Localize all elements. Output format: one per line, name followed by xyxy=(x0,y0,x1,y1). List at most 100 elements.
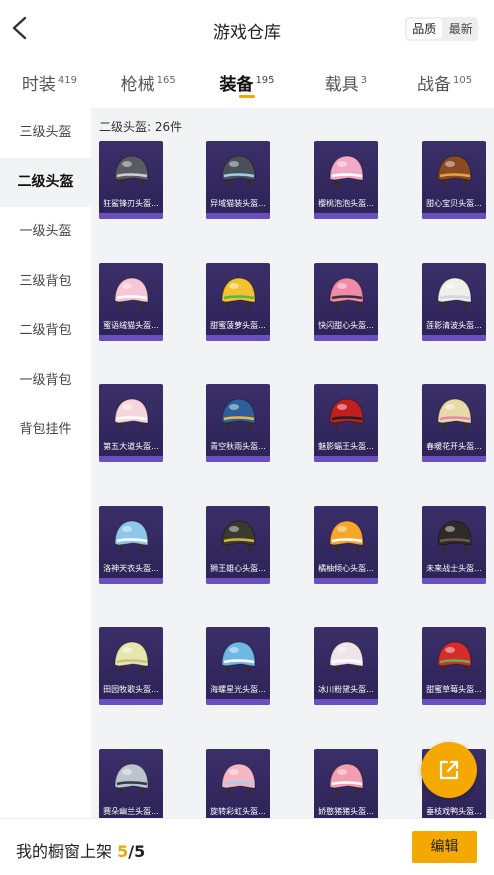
helmet-name: 未来战士头盔... xyxy=(426,563,482,573)
helmet-card[interactable]: 异域猫装头盔... xyxy=(206,141,270,219)
helmet-card[interactable]: 冰川粉黛头盔... xyxy=(314,627,378,705)
helmet-name: 甜蜜菠萝头盔... xyxy=(210,320,266,330)
sidebar-item[interactable]: 一级头盔 xyxy=(0,207,91,257)
tab-label: 载具 xyxy=(324,75,359,95)
helmet-icon xyxy=(114,398,149,431)
quality-bar xyxy=(206,213,270,219)
tab-label: 战备 xyxy=(417,75,452,95)
helmet-icon xyxy=(221,398,256,431)
helmet-name: 海螺星光头盔... xyxy=(210,685,266,694)
helmet-name: 青空秋雨头盔... xyxy=(210,442,266,451)
helmet-icon xyxy=(437,155,472,188)
tab-3[interactable]: 载具 3 xyxy=(296,62,395,108)
helmet-icon xyxy=(329,762,364,795)
quality-bar xyxy=(99,456,163,462)
helmet-card[interactable]: 橘柚倾心头盔... xyxy=(314,505,378,584)
helmet-card[interactable]: 快闪甜心头盔... xyxy=(314,262,378,341)
helmet-name: 快闪甜心头盔... xyxy=(318,320,374,330)
quality-bar xyxy=(99,334,163,341)
helmet-icon xyxy=(114,276,149,309)
share-external-icon xyxy=(439,760,459,780)
quality-bar xyxy=(99,699,163,705)
helmet-card[interactable]: 春暖花开头盔... xyxy=(422,384,486,462)
helmet-name: 娇憨猪猪头盔... xyxy=(318,806,374,816)
sidebar-item[interactable]: 二级背包 xyxy=(0,306,91,356)
helmet-icon xyxy=(437,641,472,674)
helmet-icon xyxy=(114,155,149,188)
helmet-name: 洛神天衣头盔... xyxy=(103,563,159,573)
helmet-card[interactable]: 樱桃泡泡头盔... xyxy=(314,141,378,219)
quality-bar xyxy=(422,699,486,705)
helmet-name: 蜜语绒猫头盔... xyxy=(103,320,159,330)
quality-bar xyxy=(314,213,378,219)
edit-button[interactable]: 编辑 xyxy=(412,831,477,863)
showcase-label-text: 我的橱窗上架 xyxy=(16,842,113,861)
sort-quality-option[interactable]: 品质 xyxy=(407,19,442,39)
helmet-name: 旋转彩虹头盔... xyxy=(210,806,266,816)
helmet-icon xyxy=(437,276,472,309)
tab-count: 105 xyxy=(453,75,473,87)
helmet-name: 狂鲨锋刃头盔... xyxy=(103,199,159,208)
helmet-icon xyxy=(329,276,364,309)
warehouse-page: 游戏仓库 品质 最新 时装 419 枪械 165 装备 195 载具 3 战备 105 三级头盔二… xyxy=(0,0,494,875)
helmet-card[interactable]: 旋转彩虹头盔... xyxy=(206,748,270,818)
helmet-name: 莲影清波头盔... xyxy=(426,320,482,330)
showcase-bar: 我的橱窗上架 5/5 编辑 xyxy=(0,818,494,875)
helmet-card[interactable]: 狮王雄心头盔... xyxy=(206,505,270,584)
helmet-icon xyxy=(437,398,472,431)
helmet-icon xyxy=(114,762,149,795)
sidebar-item[interactable]: 三级头盔 xyxy=(0,108,91,158)
category-tabs: 时装 419 枪械 165 装备 195 载具 3 战备 105 xyxy=(0,62,494,108)
helmet-name: 甜蜜草莓头盔... xyxy=(426,685,482,694)
quality-bar xyxy=(206,699,270,705)
helmet-name: 甜心宝贝头盔... xyxy=(426,199,482,208)
helmet-card[interactable]: 甜蜜菠萝头盔... xyxy=(206,262,270,341)
quality-bar xyxy=(422,334,486,341)
tab-count: 3 xyxy=(360,75,367,87)
sidebar-item[interactable]: 三级背包 xyxy=(0,257,91,307)
helmet-icon xyxy=(114,519,149,552)
helmet-icon xyxy=(329,641,364,674)
tab-0[interactable]: 时装 419 xyxy=(0,62,99,108)
tab-label: 时装 xyxy=(21,75,56,95)
tab-2[interactable]: 装备 195 xyxy=(198,62,297,108)
helmet-name: 田园牧歌头盔... xyxy=(103,685,159,694)
tab-label: 装备 xyxy=(219,75,254,95)
share-button[interactable] xyxy=(421,742,477,798)
sidebar-item[interactable]: 二级头盔 xyxy=(0,157,91,207)
helmet-card[interactable]: 赛朵幽兰头盔... xyxy=(99,748,163,818)
helmet-card[interactable]: 娇憨猪猪头盔... xyxy=(314,748,378,818)
quality-bar xyxy=(314,456,378,462)
helmet-card[interactable]: 青空秋雨头盔... xyxy=(206,384,270,462)
helmet-card[interactable]: 狂鲨锋刃头盔... xyxy=(99,141,163,219)
sidebar-item[interactable]: 一级背包 xyxy=(0,356,91,406)
sort-toggle: 品质 最新 xyxy=(405,17,478,41)
showcase-total-count: /5 xyxy=(128,842,146,861)
section-label: 二级头盔: 26件 xyxy=(99,120,183,134)
tab-1[interactable]: 枪械 165 xyxy=(99,62,198,108)
quality-bar xyxy=(99,213,163,219)
helmet-icon xyxy=(329,155,364,188)
helmet-card[interactable]: 未来战士头盔... xyxy=(422,505,486,584)
helmet-card[interactable]: 魅影蝠王头盔... xyxy=(314,384,378,462)
item-panel: 二级头盔: 26件 狂鲨锋刃头盔... 异域猫装头盔... 樱桃泡泡头盔... 甜心宝… xyxy=(91,108,494,818)
helmet-card[interactable]: 甜蜜草莓头盔... xyxy=(422,627,486,705)
helmet-card[interactable]: 第五大道头盔... xyxy=(99,384,163,462)
helmet-card[interactable]: 蜜语绒猫头盔... xyxy=(99,262,163,341)
helmet-card[interactable]: 海螺星光头盔... xyxy=(206,627,270,705)
tab-4[interactable]: 战备 105 xyxy=(395,62,494,108)
helmet-icon xyxy=(221,276,256,309)
tab-count: 419 xyxy=(57,75,77,87)
helmet-name: 魅影蝠王头盔... xyxy=(318,442,374,451)
helmet-card[interactable]: 甜心宝贝头盔... xyxy=(422,141,486,219)
quality-bar xyxy=(314,699,378,705)
helmet-card[interactable]: 田园牧歌头盔... xyxy=(99,627,163,705)
helmet-card[interactable]: 莲影清波头盔... xyxy=(422,262,486,341)
tab-count: 195 xyxy=(255,75,275,87)
quality-bar xyxy=(422,213,486,219)
sidebar-item[interactable]: 背包挂件 xyxy=(0,405,91,455)
helmet-name: 橘柚倾心头盔... xyxy=(318,563,374,573)
helmet-card[interactable]: 洛神天衣头盔... xyxy=(99,505,163,584)
helmet-name: 赛朵幽兰头盔... xyxy=(103,806,159,816)
sort-newest-option[interactable]: 最新 xyxy=(444,17,479,41)
